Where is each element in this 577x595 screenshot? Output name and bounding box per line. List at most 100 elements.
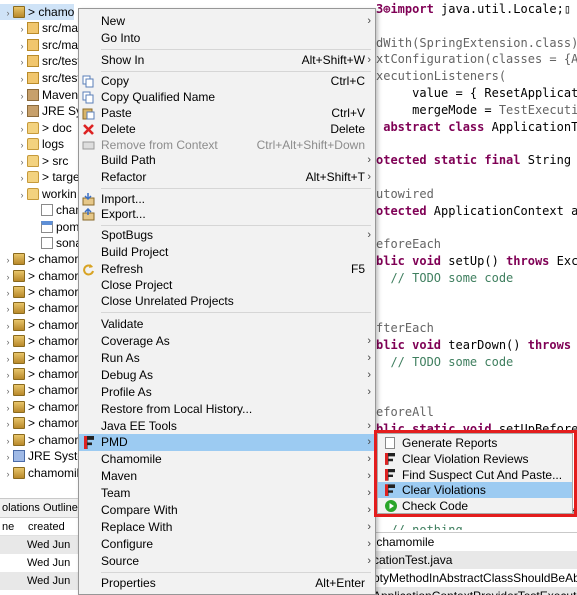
menu-item-pmd[interactable]: PMD ›: [79, 434, 375, 451]
menu-item-go-into[interactable]: Go Into: [79, 30, 375, 47]
menu-item-export[interactable]: Export...: [79, 206, 375, 223]
column-header-name[interactable]: ne: [2, 518, 14, 536]
menu-item-java-ee-tools[interactable]: Java EE Tools ›: [79, 418, 375, 435]
menu-item-run-as[interactable]: Run As ›: [79, 350, 375, 367]
tree-item[interactable]: › > doc: [0, 120, 72, 136]
tree-item[interactable]: › logs: [0, 136, 65, 153]
expand-toggle-icon[interactable]: ›: [3, 5, 13, 21]
expand-toggle-icon[interactable]: ›: [17, 88, 27, 104]
tree-item[interactable]: › src/ma: [0, 20, 79, 37]
menu-item-coverage-as[interactable]: Coverage As ›: [79, 333, 375, 350]
tree-item[interactable]: sonar-p: [0, 235, 80, 251]
tree-item[interactable]: › > chamor: [0, 432, 79, 449]
menu-item-copy[interactable]: Copy Ctrl+C: [79, 73, 375, 90]
tree-item[interactable]: › > target: [0, 169, 81, 186]
tree-item[interactable]: chamo: [0, 202, 80, 218]
expand-toggle-icon[interactable]: ›: [3, 383, 13, 399]
tree-item[interactable]: › workin: [0, 186, 77, 202]
tree-item[interactable]: › > src: [0, 153, 69, 170]
expand-toggle-icon[interactable]: ›: [17, 54, 27, 70]
expand-toggle-icon[interactable]: ›: [17, 104, 27, 120]
table-row[interactable]: Wed Jun: [0, 572, 80, 590]
tree-item[interactable]: › > chamor: [0, 399, 79, 416]
expand-toggle-icon[interactable]: ›: [3, 269, 13, 285]
expand-toggle-icon[interactable]: ›: [17, 38, 27, 54]
tree-item[interactable]: › > chamor: [0, 415, 79, 432]
menu-item-delete[interactable]: Delete Delete: [79, 121, 375, 138]
menu-item-new[interactable]: New ›: [79, 13, 375, 30]
tree-item[interactable]: › > chamor: [0, 251, 79, 268]
expand-toggle-icon[interactable]: ›: [3, 449, 13, 465]
expand-toggle-icon[interactable]: ›: [17, 121, 27, 137]
menu-item-paste[interactable]: Paste Ctrl+V: [79, 105, 375, 122]
expand-toggle-icon[interactable]: ›: [3, 416, 13, 432]
expand-toggle-icon[interactable]: ›: [3, 301, 13, 317]
submenu-item-check-code[interactable]: Check Code: [378, 498, 572, 514]
tree-item[interactable]: › Maven: [0, 87, 79, 104]
expand-toggle-icon[interactable]: ›: [17, 154, 27, 170]
menu-item-debug-as[interactable]: Debug As ›: [79, 367, 375, 384]
tree-item[interactable]: › src/test: [0, 53, 81, 70]
menu-item-replace-with[interactable]: Replace With ›: [79, 519, 375, 536]
tree-item[interactable]: › > chamor: [0, 333, 79, 350]
menu-item-team[interactable]: Team ›: [79, 485, 375, 502]
expand-toggle-icon[interactable]: ›: [17, 21, 27, 37]
tree-item[interactable]: › chamomile: [0, 465, 81, 482]
menu-item-validate[interactable]: Validate: [79, 316, 375, 333]
expand-toggle-icon[interactable]: ›: [3, 334, 13, 350]
menu-item-build-project[interactable]: Build Project: [79, 244, 375, 261]
list-item[interactable]: ptyMethodInAbstractClassShouldBeAbs: [370, 569, 577, 587]
menu-item-refresh[interactable]: Refresh F5: [79, 261, 375, 278]
expand-toggle-icon[interactable]: ›: [3, 351, 13, 367]
column-header-created[interactable]: created: [28, 518, 65, 536]
expand-toggle-icon[interactable]: ›: [3, 285, 13, 301]
menu-item-close-unrelated-projects[interactable]: Close Unrelated Projects: [79, 293, 375, 310]
tree-item[interactable]: › src/ma: [0, 37, 79, 54]
tree-item[interactable]: › > chamor: [0, 268, 79, 285]
menu-item-configure[interactable]: Configure ›: [79, 536, 375, 553]
expand-toggle-icon[interactable]: ›: [3, 318, 13, 334]
expand-toggle-icon[interactable]: ›: [3, 433, 13, 449]
menu-item-compare-with[interactable]: Compare With ›: [79, 502, 375, 519]
tree-item[interactable]: › JRE Syster: [0, 448, 81, 465]
tree-item[interactable]: › > chamo: [0, 4, 75, 21]
tree-item[interactable]: › > chamor: [0, 350, 79, 367]
tree-item[interactable]: › src/test: [0, 70, 81, 87]
submenu-item-generate-reports[interactable]: Generate Reports: [378, 435, 572, 451]
panel-tab-bar[interactable]: olations Outline: [0, 499, 80, 518]
expand-toggle-icon[interactable]: ›: [3, 466, 13, 482]
table-row[interactable]: Wed Jun: [0, 554, 80, 572]
table-row[interactable]: Wed Jun: [0, 536, 80, 554]
tree-item[interactable]: › JRE Sys: [0, 103, 81, 120]
tree-item[interactable]: › > chamor: [0, 284, 79, 301]
list-item[interactable]: cationTest.java: [370, 551, 577, 569]
menu-item-restore-from-local-history[interactable]: Restore from Local History...: [79, 401, 375, 418]
expand-toggle-icon[interactable]: ›: [3, 400, 13, 416]
menu-item-properties[interactable]: Properties Alt+Enter: [79, 575, 375, 592]
expand-toggle-icon[interactable]: ›: [3, 367, 13, 383]
menu-item-refactor[interactable]: Refactor Alt+Shift+T ›: [79, 169, 375, 186]
menu-item-close-project[interactable]: Close Project: [79, 277, 375, 294]
menu-item-build-path[interactable]: Build Path ›: [79, 152, 375, 169]
tree-item[interactable]: › > chamor: [0, 382, 79, 399]
expand-toggle-icon[interactable]: ›: [17, 187, 27, 203]
expand-toggle-icon[interactable]: ›: [17, 71, 27, 87]
expand-toggle-icon[interactable]: ›: [3, 252, 13, 268]
tree-item[interactable]: pom.xm: [0, 219, 80, 235]
tree-item[interactable]: › > chamor: [0, 300, 79, 317]
tree-item[interactable]: › > chamor: [0, 317, 79, 334]
expand-toggle-icon[interactable]: ›: [17, 170, 27, 186]
list-item[interactable]: .chamomile: [370, 533, 577, 551]
tree-item[interactable]: › > chamor: [0, 366, 79, 383]
submenu-item-clear-violations[interactable]: Clear Violations: [378, 482, 572, 499]
menu-item-spotbugs[interactable]: SpotBugs ›: [79, 227, 375, 244]
expand-toggle-icon[interactable]: ›: [17, 137, 27, 153]
list-item[interactable]: ApplicationContextProviderTestExecution: [370, 587, 577, 595]
submenu-item-clear-violation-reviews[interactable]: Clear Violation Reviews: [378, 451, 572, 467]
menu-item-copy-qualified-name[interactable]: Copy Qualified Name: [79, 89, 375, 106]
menu-item-source[interactable]: Source ›: [79, 553, 375, 570]
menu-item-show-in[interactable]: Show In Alt+Shift+W ›: [79, 52, 375, 69]
menu-item-profile-as[interactable]: Profile As ›: [79, 384, 375, 401]
menu-item-maven[interactable]: Maven ›: [79, 468, 375, 485]
menu-item-chamomile[interactable]: Chamomile ›: [79, 451, 375, 468]
